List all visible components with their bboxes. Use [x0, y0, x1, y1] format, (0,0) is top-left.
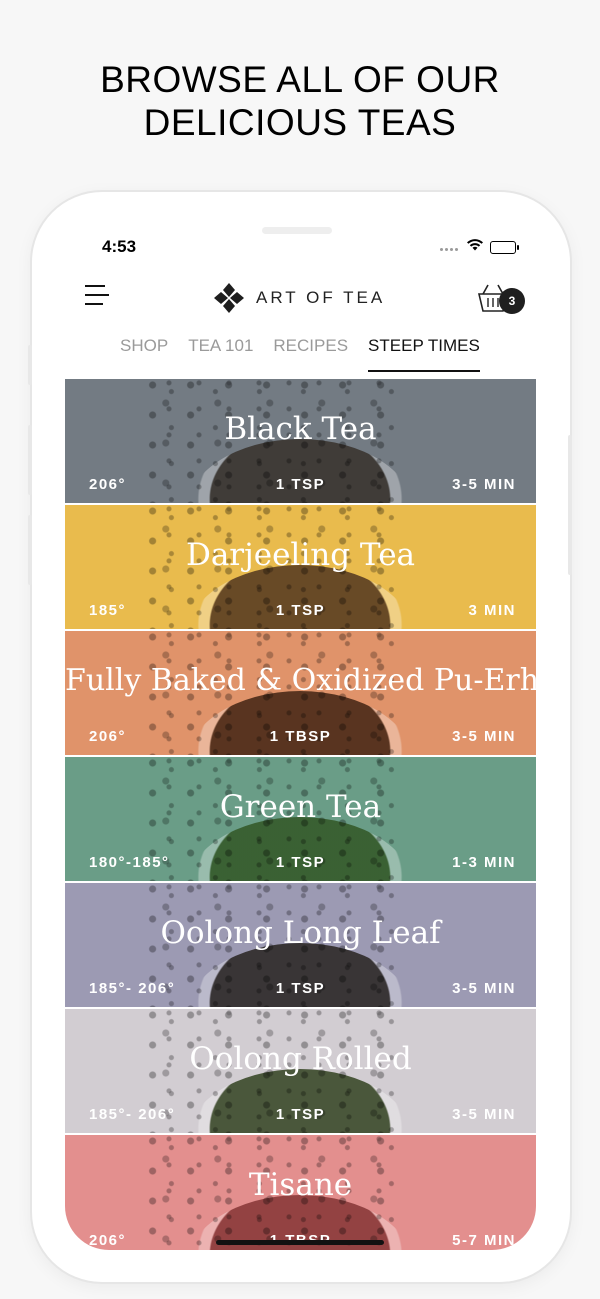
tea-card-oolong-rolled[interactable]: Oolong Rolled 185°- 206° 1 TSP 3-5 MIN — [65, 1009, 536, 1133]
tea-card-black[interactable]: Black Tea 206° 1 TSP 3-5 MIN — [65, 379, 536, 503]
tea-card-oolong-long-leaf[interactable]: Oolong Long Leaf 185°- 206° 1 TSP 3-5 MI… — [65, 883, 536, 1007]
tea-card-darjeeling[interactable]: Darjeeling Tea 185° 1 TSP 3 MIN — [65, 505, 536, 629]
tab-shop[interactable]: SHOP — [120, 336, 168, 372]
promo-headline: BROWSE ALL OF OUR DELICIOUS TEAS — [0, 58, 600, 144]
tea-steep-time: 3-5 MIN — [452, 980, 516, 997]
tea-card-tisane[interactable]: Tisane 206° 1 TBSP 5-7 MIN — [65, 1135, 536, 1250]
tea-card-pu-erh[interactable]: Fully Baked & Oxidized Pu-Erh 206° 1 TBS… — [65, 631, 536, 755]
battery-icon — [490, 240, 519, 254]
tea-name: Oolong Rolled — [189, 1041, 412, 1077]
brand-name: ART OF TEA — [256, 288, 386, 307]
phone-volume-up — [28, 425, 32, 495]
tab-recipes[interactable]: RECIPES — [273, 336, 348, 372]
phone-side-button — [28, 345, 32, 385]
wifi-icon — [466, 238, 484, 256]
nav-tabs: SHOP TEA 101 RECIPES STEEP TIMES — [120, 336, 480, 372]
promo-headline-line1: BROWSE ALL OF OUR — [100, 59, 500, 100]
phone-power-button — [568, 435, 572, 575]
hamburger-menu-icon[interactable] — [85, 285, 109, 307]
home-indicator[interactable] — [216, 1240, 384, 1245]
tea-amount: 1 TSP — [275, 602, 326, 619]
tea-name: Darjeeling Tea — [185, 537, 416, 573]
steep-times-list: Black Tea 206° 1 TSP 3-5 MIN Darjeeling … — [65, 379, 536, 1250]
promo-headline-line2: DELICIOUS TEAS — [143, 102, 457, 143]
phone-volume-down — [28, 515, 32, 585]
tea-steep-time: 3-5 MIN — [452, 1106, 516, 1123]
tea-card-green[interactable]: Green Tea 180°-185° 1 TSP 1-3 MIN — [65, 757, 536, 881]
brand-logo[interactable]: ART OF TEA — [212, 281, 385, 315]
cart-count-badge: 3 — [499, 288, 525, 314]
tea-steep-time: 3 MIN — [468, 602, 516, 619]
tea-steep-time: 3-5 MIN — [452, 728, 516, 745]
tab-steep-times[interactable]: STEEP TIMES — [368, 336, 480, 372]
tab-tea-101[interactable]: TEA 101 — [188, 336, 253, 372]
status-time: 4:53 — [102, 237, 137, 256]
tea-name: Black Tea — [224, 411, 377, 447]
tea-name: Tisane — [248, 1167, 353, 1203]
tea-steep-time: 1-3 MIN — [452, 854, 516, 871]
tea-steep-time: 3-5 MIN — [452, 476, 516, 493]
quatrefoil-logo-icon — [214, 283, 244, 313]
phone-speaker — [262, 227, 332, 234]
signal-icon — [440, 238, 460, 256]
tea-name: Oolong Long Leaf — [160, 915, 441, 951]
tea-name: Fully Baked & Oxidized Pu-Erh — [65, 663, 536, 698]
tea-steep-time: 5-7 MIN — [452, 1232, 516, 1249]
status-icons — [440, 238, 519, 256]
cart-button[interactable]: 3 — [477, 280, 527, 316]
tea-name: Green Tea — [219, 789, 382, 825]
